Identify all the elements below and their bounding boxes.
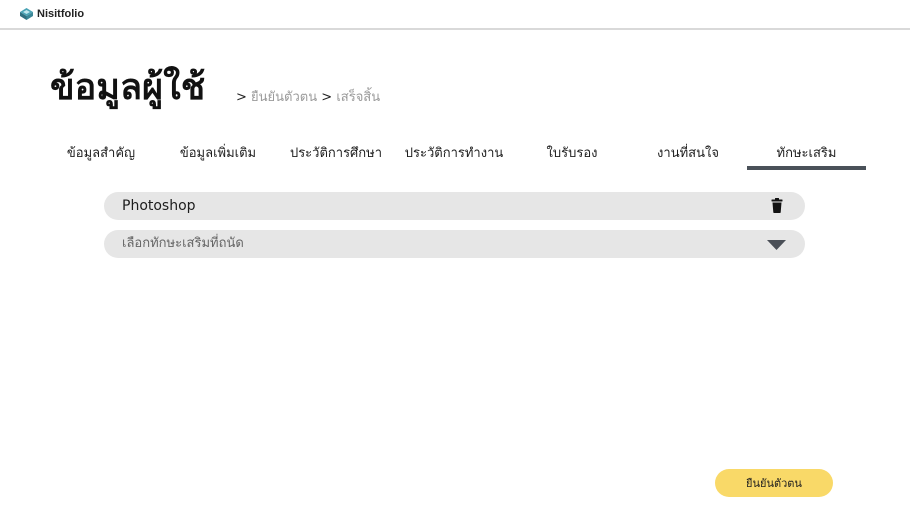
- breadcrumb-step-verify[interactable]: ยืนยันตัวตน: [251, 90, 317, 105]
- tab-additional-info[interactable]: ข้อมูลเพิ่มเติม: [159, 142, 277, 166]
- active-tab-indicator: [747, 166, 866, 170]
- skill-item: Photoshop: [104, 192, 805, 220]
- top-bar: Nisitfolio: [0, 0, 910, 30]
- confirm-identity-button[interactable]: ยืนยันตัวตน: [715, 469, 833, 497]
- breadcrumb-step-done[interactable]: เสร็จสิ้น: [336, 90, 380, 105]
- tab-extra-skills[interactable]: ทักษะเสริม: [747, 142, 866, 166]
- breadcrumb-separator: >: [321, 90, 333, 105]
- app-logo[interactable]: Nisitfolio: [19, 7, 84, 21]
- logo-icon: [20, 8, 33, 20]
- tab-education-history[interactable]: ประวัติการศึกษา: [277, 142, 395, 166]
- app-name: Nisitfolio: [37, 8, 85, 20]
- tab-interested-jobs[interactable]: งานที่สนใจ: [629, 142, 747, 166]
- profile-tabs: ข้อมูลสำคัญ ข้อมูลเพิ่มเติม ประวัติการศึ…: [42, 142, 866, 172]
- tab-important-info[interactable]: ข้อมูลสำคัญ: [42, 142, 160, 166]
- skill-select-placeholder: เลือกทักษะเสริมที่ถนัด: [122, 236, 244, 251]
- tab-work-history[interactable]: ประวัติการทำงาน: [395, 142, 513, 166]
- breadcrumb: > ยืนยันตัวตน > เสร็จสิ้น: [236, 89, 380, 107]
- tab-certificates[interactable]: ใบรับรอง: [513, 142, 631, 166]
- page-title: ข้อมูลผู้ใช้: [50, 67, 206, 108]
- skill-select-dropdown[interactable]: เลือกทักษะเสริมที่ถนัด: [104, 230, 805, 258]
- skill-item-name: Photoshop: [122, 198, 196, 214]
- caret-down-icon[interactable]: [767, 240, 786, 250]
- trash-icon[interactable]: [771, 198, 783, 213]
- breadcrumb-separator: >: [236, 90, 247, 105]
